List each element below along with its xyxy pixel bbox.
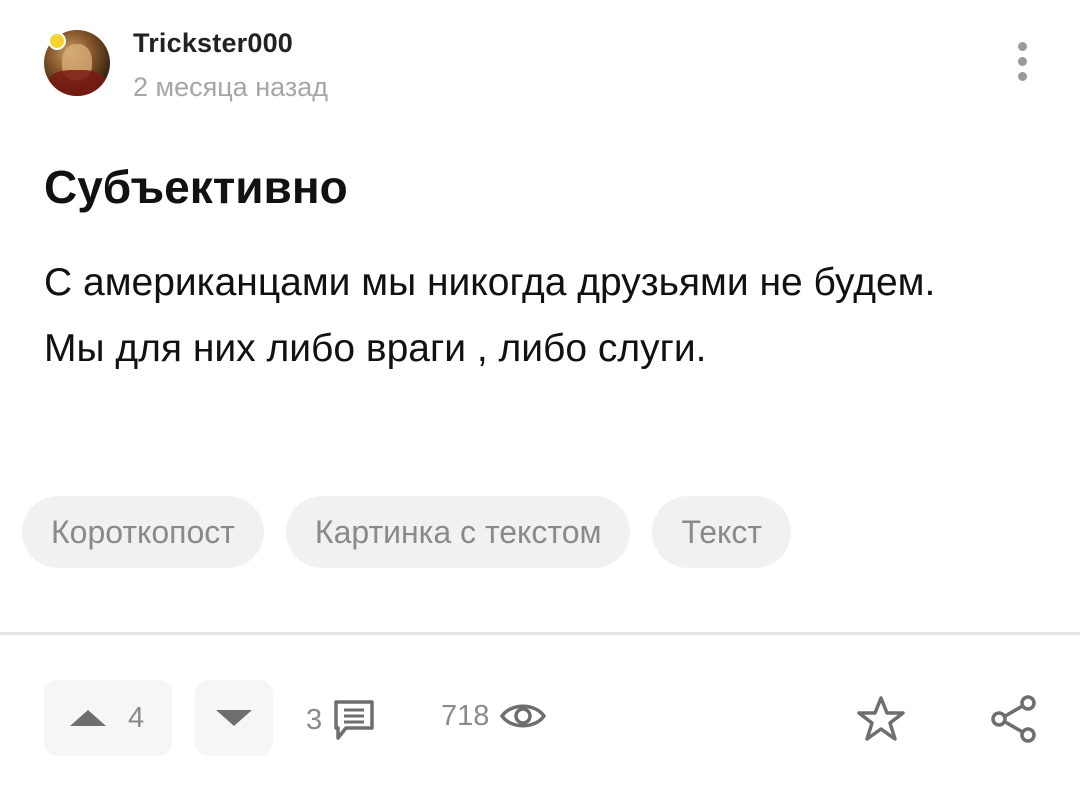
post-timestamp: 2 месяца назад xyxy=(133,72,328,102)
post-header: Trickster000 2 месяца назад xyxy=(44,28,1040,108)
post-title[interactable]: Субъективно xyxy=(44,160,348,214)
downvote-button[interactable] xyxy=(195,680,273,756)
upvote-button[interactable]: 4 xyxy=(44,680,172,756)
tag-chip[interactable]: Короткопост xyxy=(22,496,264,568)
star-icon[interactable] xyxy=(856,694,906,744)
post-footer: 4 3 718 xyxy=(0,680,1080,760)
avatar-cloak-shape xyxy=(48,70,106,96)
comment-icon xyxy=(334,700,374,740)
author-username[interactable]: Trickster000 xyxy=(133,28,293,59)
views-count: 718 xyxy=(441,699,490,732)
eye-icon xyxy=(500,704,547,728)
post-body: С американцами мы никогда друзьями не бу… xyxy=(44,250,1034,382)
avatar-badge-icon xyxy=(48,32,66,50)
tag-chip[interactable]: Текст xyxy=(652,496,792,568)
comments-count: 3 xyxy=(306,703,323,736)
views-counter: 718 xyxy=(441,698,547,734)
more-vertical-icon[interactable] xyxy=(1014,42,1030,88)
divider xyxy=(0,632,1080,635)
rating-count: 4 xyxy=(128,701,145,734)
tag-chip[interactable]: Картинка с текстом xyxy=(285,496,631,568)
post-body-paragraph: Мы для них либо враги , либо слуги. xyxy=(44,327,707,370)
comments-link[interactable]: 3 xyxy=(306,698,376,742)
triangle-up-icon xyxy=(70,710,106,726)
triangle-down-icon xyxy=(216,710,252,726)
share-icon[interactable] xyxy=(990,694,1038,744)
post-tags: Короткопост Картинка с текстом Текст xyxy=(22,496,792,568)
post-body-paragraph: С американцами мы никогда друзьями не бу… xyxy=(44,261,936,304)
